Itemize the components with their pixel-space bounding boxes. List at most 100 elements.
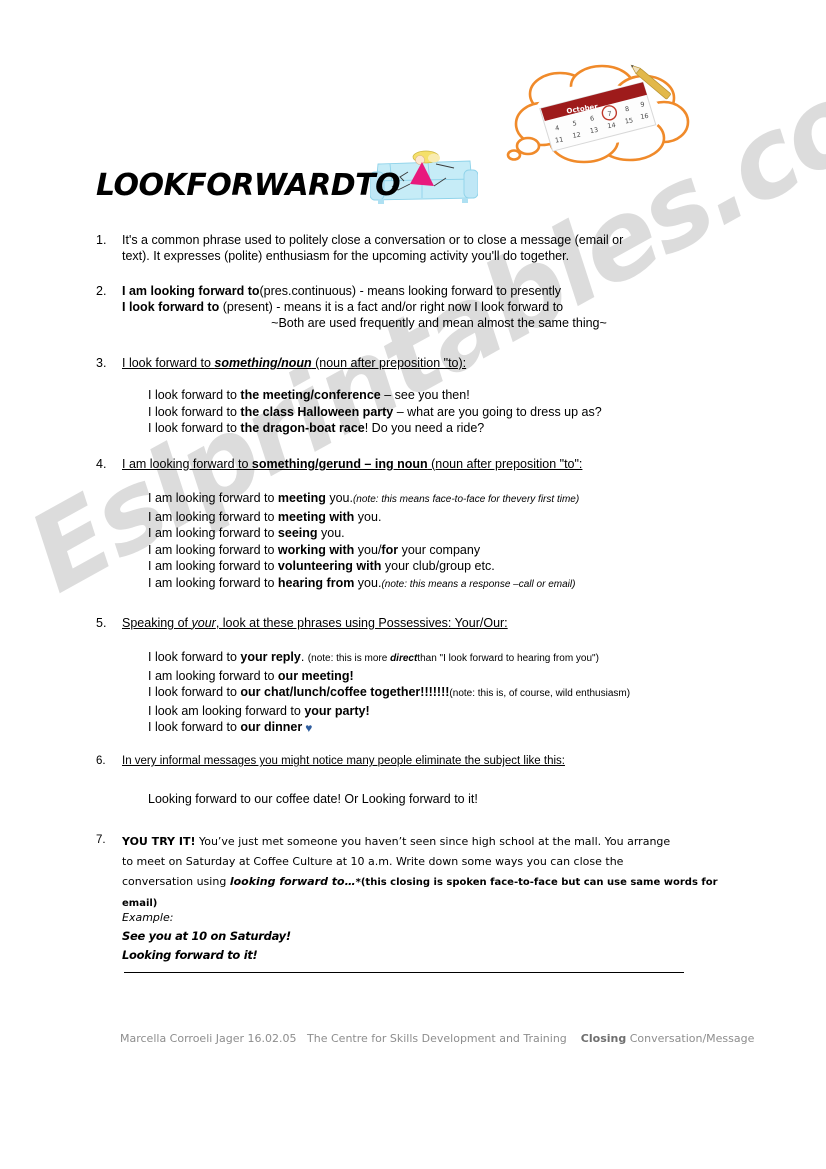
example-post: you. [354,575,382,590]
answer-line-rule [124,972,684,973]
svg-text:11: 11 [554,135,563,144]
example-bold: the class Halloween party [240,404,394,419]
example-line: I am looking forward to our meeting! [148,668,736,685]
example-line: I am looking forward to hearing from you… [148,575,736,594]
item-7-line-3-pre: conversation using [122,875,230,888]
item-3-head-post: (noun after preposition "to): [311,356,467,370]
example-post-2: your company [398,542,481,557]
thought-bubble-calendar-clipart: October 456 789 11 12 13 14 15 16 [498,62,694,170]
example-bold: our meeting! [277,668,354,683]
svg-text:14: 14 [607,121,616,130]
example-pre: I look forward to [148,650,241,664]
example-answer-line-1: See you at 10 on Saturday! [122,929,291,943]
example-line: I am looking forward to working with you… [148,542,736,559]
item-4-head-pre: I am looking forward to [122,457,252,471]
item-5-examples: I look forward to your reply. (note: thi… [148,649,736,737]
example-bold: your party! [304,703,370,718]
item-3-head-pre: I look forward to [122,356,215,370]
example-note-pre: (note: this is more [307,653,391,664]
example-line: I am looking forward to volunteering wit… [148,558,736,575]
example-post: . [300,650,308,664]
example-pre: I look forward to [148,685,241,699]
example-post: – what are you going to dress up as? [393,404,602,419]
item-2-rest-2: (present) - means it is a fact and/or ri… [219,300,564,314]
svg-text:13: 13 [589,126,598,135]
item-text: Speaking of your, look at these phrases … [122,615,736,631]
example-line: I look forward to your reply. (note: thi… [148,649,736,668]
footer-tag-rest: Conversation/Message [626,1032,755,1045]
example-bold: our dinner [240,720,303,734]
svg-text:16: 16 [640,112,649,121]
example-line: I look forward to our dinner ♥ [148,719,736,737]
example-pre: I look forward to [148,720,241,734]
item-1-line-2: text). It expresses (polite) enthusiasm … [122,249,570,263]
heart-icon: ♥ [305,721,313,735]
item-text: It's a common phrase used to politely cl… [122,232,736,264]
list-item-2: 2. I am looking forward to(pres.continuo… [96,283,736,331]
example-post: you. [325,491,353,505]
list-item-6: 6. In very informal messages you might n… [96,753,736,808]
item-text: I am looking forward to something/gerund… [122,456,736,472]
example-line: I look forward to the class Halloween pa… [148,404,736,421]
example-bold: seeing [277,526,318,540]
example-pre: I am looking forward to [148,542,278,557]
item-4-heading: I am looking forward to something/gerund… [122,456,736,472]
example-line: I look forward to the meeting/conference… [148,387,736,404]
example-pre: I look am looking forward to [148,703,305,718]
item-7-rest-1: You’ve just met someone you haven’t seen… [195,835,671,848]
example-line: I look forward to the dragon-boat race! … [148,420,736,437]
list-item-3: 3. I look forward to something/noun (nou… [96,355,736,437]
footer-org: The Centre for Skills Development and Tr… [307,1032,567,1045]
footer-tag-bold: Closing [580,1032,627,1045]
svg-text:15: 15 [624,116,633,125]
example-post: you. [317,526,345,540]
item-3-head-emphasis: something/noun [214,356,312,370]
example-bold: meeting with [277,509,355,524]
example-pre: I am looking forward to [148,491,278,505]
example-label: Example: [122,911,174,924]
item-2-rest-1: (pres.continuous) - means looking forwar… [259,284,562,298]
example-bold: volunteering with [277,559,382,573]
example-line: I am looking forward to meeting with you… [148,509,736,526]
example-pre: I am looking forward to [148,575,278,590]
example-post: you. [354,509,382,524]
example-note-post: than "I look forward to hearing from you… [417,653,599,664]
item-number: 6. [96,755,106,767]
item-number: 7. [96,834,106,846]
list-item-5: 5. Speaking of your, look at these phras… [96,615,736,737]
example-post: – see you then! [380,388,470,402]
item-number: 2. [96,284,107,298]
example-post: ! Do you need a ride? [364,421,485,435]
list-item-7: 7. YOU TRY IT! You’ve just met someone y… [96,832,736,914]
item-number: 1. [96,233,107,247]
example-bold: our chat/lunch/coffee together!!!!!!! [240,685,450,699]
item-2-bold-2: I look forward to [122,300,220,314]
example-pre: I am looking forward to [148,559,278,573]
example-pre: I am looking forward to [148,526,278,540]
example-pre: I look forward to [148,421,241,435]
example-post: you/ [354,542,382,557]
item-7-line-2: to meet on Saturday at Coffee Culture at… [122,855,624,868]
example-bold: your reply [240,650,301,664]
item-3-heading: I look forward to something/noun (noun a… [122,355,736,371]
example-line: I look am looking forward to your party! [148,703,736,720]
item-text: YOU TRY IT! You’ve just met someone you … [122,832,736,914]
footer: Marcella Corroeli Jager 16.02.05 The Cen… [120,1032,754,1045]
example-pre: I look forward to [148,404,241,419]
item-2-line-2: I look forward to (present) - means it i… [122,299,736,315]
item-2-line-1: I am looking forward to(pres.continuous)… [122,283,736,299]
worksheet-page: Eslprintables.com October 4 5 6 7 8 9 11… [0,0,826,1169]
item-6-heading: In very informal messages you might noti… [122,755,565,767]
item-4-head-post: (noun after preposition "to": [427,457,583,471]
item-2-bold-1: I am looking forward to [122,284,260,298]
item-number: 5. [96,616,107,630]
example-bold-2: for [381,542,399,557]
example-line: Looking forward to our coffee date! Or L… [148,792,478,806]
svg-text:12: 12 [572,131,581,140]
example-bold: meeting [277,491,326,505]
item-3-examples: I look forward to the meeting/conference… [148,387,736,437]
item-2-center-note: ~Both are used frequently and mean almos… [271,316,607,330]
example-bold: working with [277,542,355,557]
item-5-head-post: , look at these phrases using Possessive… [215,616,508,630]
example-line: I am looking forward to meeting you.(not… [148,490,736,509]
